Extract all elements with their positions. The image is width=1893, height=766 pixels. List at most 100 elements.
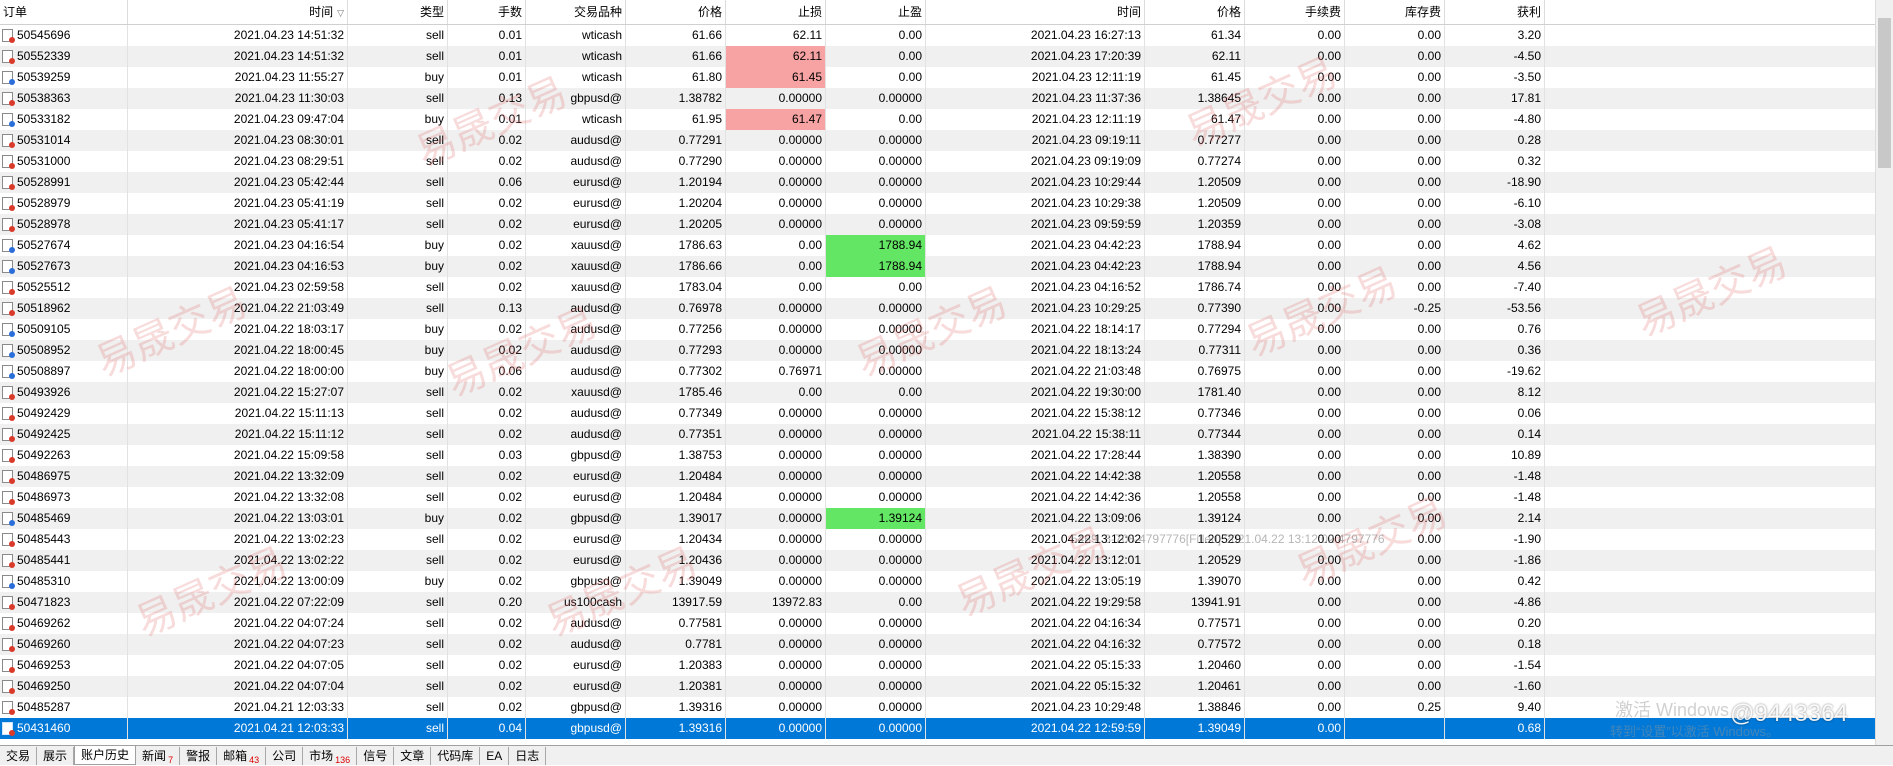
col-header-commission[interactable]: 手续费 [1245, 0, 1345, 24]
table-row[interactable]: 50528991 2021.04.23 05:42:44 sell 0.06 eurus… [0, 172, 1893, 193]
commission-cell: 0.00 [1245, 361, 1345, 382]
table-row[interactable]: 50527674 2021.04.23 04:16:54 buy 0.02 xauusd… [0, 235, 1893, 256]
sell-order-icon [2, 470, 15, 484]
table-row[interactable]: 50469250 2021.04.22 04:07:04 sell 0.02 eurus… [0, 676, 1893, 697]
tab-7[interactable]: 市场 136 [303, 747, 358, 765]
col-header-tp[interactable]: 止盈 [826, 0, 926, 24]
table-row[interactable]: 50492263 2021.04.22 15:09:58 sell 0.03 gbpus… [0, 445, 1893, 466]
table-row[interactable]: 50485441 2021.04.22 13:02:22 sell 0.02 eurus… [0, 550, 1893, 571]
tab-1[interactable]: 展示 [37, 747, 75, 765]
table-row[interactable]: 50539259 2021.04.23 11:55:27 buy 0.01 wticas… [0, 67, 1893, 88]
stop-loss-cell: 0.00000 [726, 550, 826, 571]
tab-5[interactable]: 邮箱 43 [217, 747, 267, 765]
table-row[interactable]: 50518962 2021.04.22 21:03:49 sell 0.13 audus… [0, 298, 1893, 319]
tab-label: EA [486, 749, 503, 763]
close-time-cell: 2021.04.22 21:03:48 [926, 361, 1145, 382]
order-id-cell: 50539259 [0, 67, 128, 88]
profit-cell: 4.62 [1445, 235, 1545, 256]
col-header-sl[interactable]: 止损 [726, 0, 826, 24]
table-row[interactable]: 50552339 2021.04.23 14:51:32 sell 0.01 wtica… [0, 46, 1893, 67]
close-time-cell: 2021.04.23 17:20:39 [926, 46, 1145, 67]
type-cell: buy [348, 109, 448, 130]
order-id-cell: 50508952 [0, 340, 128, 361]
table-row[interactable]: 50508897 2021.04.22 18:00:00 buy 0.06 audusd… [0, 361, 1893, 382]
tab-2[interactable]: 账户历史 [74, 746, 137, 765]
open-time-cell: 2021.04.21 12:03:33 [128, 697, 348, 718]
commission-cell: 0.00 [1245, 697, 1345, 718]
table-row[interactable]: 50531000 2021.04.23 08:29:51 sell 0.02 audus… [0, 151, 1893, 172]
close-time-cell: 2021.04.23 10:29:48 [926, 697, 1145, 718]
open-time-cell: 2021.04.22 13:32:08 [128, 487, 348, 508]
col-header-order[interactable]: 订单 [0, 0, 128, 24]
table-row[interactable]: 50545696 2021.04.23 14:51:32 sell 0.01 wtica… [0, 25, 1893, 46]
order-id-cell: 50493926 [0, 382, 128, 403]
table-row[interactable]: 50485310 2021.04.22 13:00:09 buy 0.02 gbpusd… [0, 571, 1893, 592]
close-price-cell: 1.20558 [1145, 466, 1245, 487]
close-price-cell: 1788.94 [1145, 256, 1245, 277]
type-cell: sell [348, 592, 448, 613]
open-price-cell: 1.20484 [626, 487, 726, 508]
table-row[interactable]: 50528978 2021.04.23 05:41:17 sell 0.02 eurus… [0, 214, 1893, 235]
table-row[interactable]: 50485469 2021.04.22 13:03:01 buy 0.02 gbpusd… [0, 508, 1893, 529]
table-row[interactable]: 50469253 2021.04.22 04:07:05 sell 0.02 eurus… [0, 655, 1893, 676]
tab-8[interactable]: 信号 [357, 747, 395, 765]
table-row[interactable]: 50533182 2021.04.23 09:47:04 buy 0.01 wticas… [0, 109, 1893, 130]
table-row[interactable]: 50492429 2021.04.22 15:11:13 sell 0.02 audus… [0, 403, 1893, 424]
table-row[interactable]: 50471823 2021.04.22 07:22:09 sell 0.20 us100… [0, 592, 1893, 613]
col-header-profit[interactable]: 获利 [1445, 0, 1545, 24]
volume-cell: 0.02 [448, 424, 526, 445]
close-price-cell: 1.39049 [1145, 718, 1245, 739]
tab-12[interactable]: 日志 [509, 747, 547, 765]
volume-cell: 0.02 [448, 319, 526, 340]
table-row[interactable]: 50485287 2021.04.21 12:03:33 sell 0.02 gbpus… [0, 697, 1893, 718]
volume-cell: 0.13 [448, 298, 526, 319]
scrollbar-thumb[interactable] [1878, 18, 1891, 168]
col-header-symbol[interactable]: 交易品种 [526, 0, 626, 24]
type-cell: sell [348, 424, 448, 445]
volume-cell: 0.06 [448, 172, 526, 193]
col-header-volume[interactable]: 手数 [448, 0, 526, 24]
col-header-type[interactable]: 类型 [348, 0, 448, 24]
table-row[interactable]: 50528979 2021.04.23 05:41:19 sell 0.02 eurus… [0, 193, 1893, 214]
col-header-swap[interactable]: 库存费 [1345, 0, 1445, 24]
profit-cell: -4.80 [1445, 109, 1545, 130]
vertical-scrollbar[interactable] [1875, 0, 1893, 745]
table-row[interactable]: 50469262 2021.04.22 04:07:24 sell 0.02 audus… [0, 613, 1893, 634]
close-price-cell: 61.45 [1145, 67, 1245, 88]
col-header-close-time[interactable]: 时间 [926, 0, 1145, 24]
table-row[interactable]: 50492425 2021.04.22 15:11:12 sell 0.02 audus… [0, 424, 1893, 445]
close-time-cell: 2021.04.22 18:14:17 [926, 319, 1145, 340]
table-row[interactable]: 50486975 2021.04.22 13:32:09 sell 0.02 eurus… [0, 466, 1893, 487]
volume-cell: 0.02 [448, 529, 526, 550]
tab-0[interactable]: 交易 [0, 747, 38, 765]
symbol-cell: eurusd@ [526, 466, 626, 487]
tab-11[interactable]: EA [480, 747, 510, 765]
table-row[interactable]: 50509105 2021.04.22 18:03:17 buy 0.02 audusd… [0, 319, 1893, 340]
tab-3[interactable]: 新闻 7 [136, 747, 181, 765]
open-time-cell: 2021.04.22 04:07:04 [128, 676, 348, 697]
table-row[interactable]: 50508952 2021.04.22 18:00:45 buy 0.02 audusd… [0, 340, 1893, 361]
tab-4[interactable]: 警报 [180, 747, 218, 765]
tab-6[interactable]: 公司 [266, 747, 304, 765]
open-price-cell: 61.80 [626, 67, 726, 88]
close-price-cell: 1.20461 [1145, 676, 1245, 697]
table-row[interactable]: 50527673 2021.04.23 04:16:53 buy 0.02 xauusd… [0, 256, 1893, 277]
tab-9[interactable]: 文章 [394, 747, 432, 765]
table-row[interactable]: 50485443 2021.04.22 13:02:23 sell 0.02 eurus… [0, 529, 1893, 550]
table-row[interactable]: 50486973 2021.04.22 13:32:08 sell 0.02 eurus… [0, 487, 1893, 508]
col-header-open-time[interactable]: 时间 ▽ [128, 0, 348, 24]
swap-cell: 0.00 [1345, 571, 1445, 592]
table-row[interactable]: 50469260 2021.04.22 04:07:23 sell 0.02 audus… [0, 634, 1893, 655]
tab-10[interactable]: 代码库 [431, 747, 481, 765]
table-row[interactable]: 50525512 2021.04.23 02:59:58 sell 0.02 xauus… [0, 277, 1893, 298]
col-header-open-price[interactable]: 价格 [626, 0, 726, 24]
symbol-cell: wticash [526, 67, 626, 88]
table-row[interactable]: 50538363 2021.04.23 11:30:03 sell 0.13 gbpus… [0, 88, 1893, 109]
table-row[interactable]: 50531014 2021.04.23 08:30:01 sell 0.02 audus… [0, 130, 1893, 151]
table-row[interactable]: 50493926 2021.04.22 15:27:07 sell 0.02 xauus… [0, 382, 1893, 403]
volume-cell: 0.02 [448, 235, 526, 256]
table-row[interactable]: 50431460 2021.04.21 12:03:33 sell 0.04 gbpus… [0, 718, 1893, 739]
col-header-close-price[interactable]: 价格 [1145, 0, 1245, 24]
buy-order-icon [2, 323, 15, 337]
volume-cell: 0.02 [448, 256, 526, 277]
